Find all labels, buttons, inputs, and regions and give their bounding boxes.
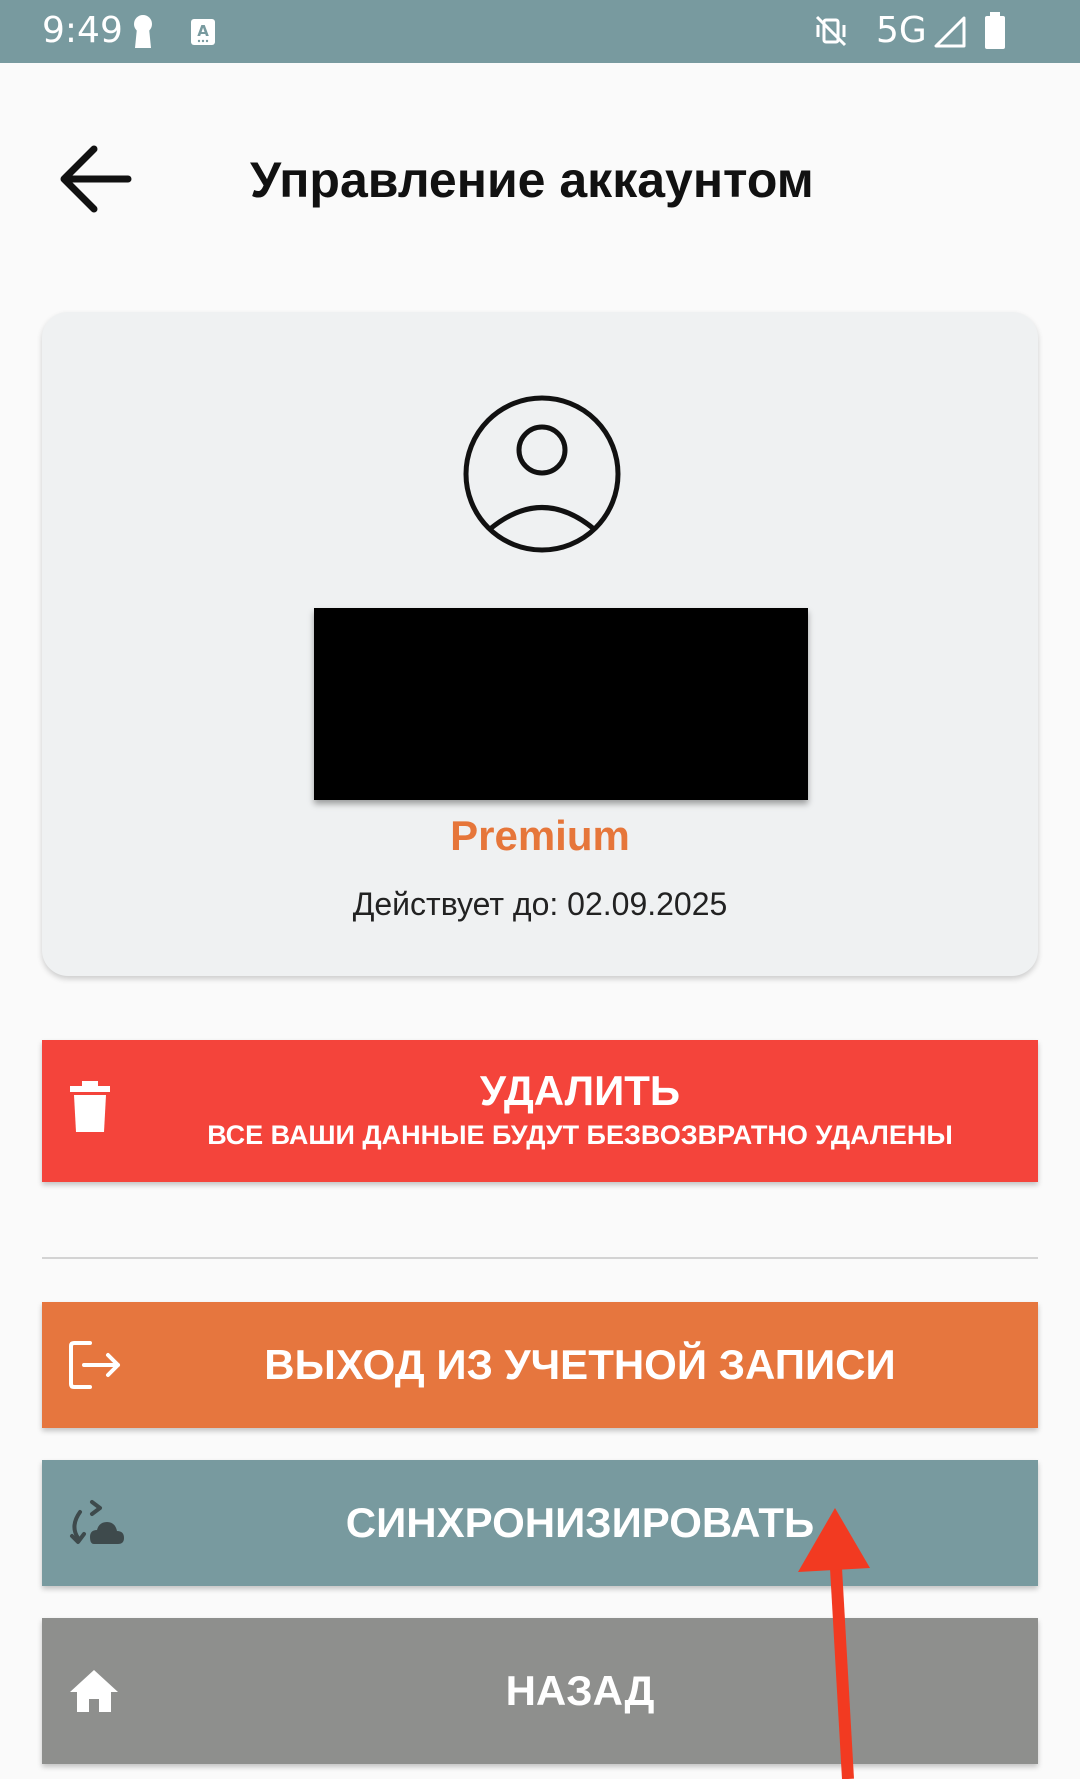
account-card: Premium Действует до: 02.09.2025: [42, 312, 1038, 976]
keyhole-icon: [134, 15, 152, 48]
delete-button-label: УДАЛИТЬ: [479, 1067, 681, 1114]
page-title: Управление аккаунтом: [250, 152, 814, 208]
trash-icon: [70, 1081, 110, 1132]
delete-account-button[interactable]: УДАЛИТЬ ВСЕ ВАШИ ДАННЫЕ БУДУТ БЕЗВОЗВРАТ…: [42, 1040, 1038, 1182]
status-bar: 9:49 A 5G: [0, 0, 1080, 63]
delete-button-warning: ВСЕ ВАШИ ДАННЫЕ БУДУТ БЕЗВОЗВРАТНО УДАЛЕ…: [207, 1120, 953, 1150]
back-button-label: НАЗАД: [505, 1667, 655, 1714]
battery-icon: [985, 12, 1005, 49]
logout-icon: [69, 1341, 120, 1389]
accessibility-a-icon: A: [191, 19, 215, 45]
svg-text:A: A: [197, 22, 209, 40]
user-circle-icon: [463, 395, 621, 553]
cloud-sync-icon: [70, 1500, 124, 1544]
logout-button[interactable]: ВЫХОД ИЗ УЧЕТНОЙ ЗАПИСИ: [42, 1302, 1038, 1428]
logout-button-label: ВЫХОД ИЗ УЧЕТНОЙ ЗАПИСИ: [264, 1341, 896, 1388]
divider: [42, 1257, 1038, 1259]
sync-button[interactable]: СИНХРОНИЗИРОВАТЬ: [42, 1460, 1038, 1586]
network-type: 5G: [876, 10, 927, 51]
valid-until-date: Действует до: 02.09.2025: [352, 886, 728, 922]
vibrate-off-icon: [815, 15, 847, 47]
back-home-button[interactable]: НАЗАД: [42, 1618, 1038, 1764]
signal-icon: [934, 16, 966, 48]
redacted-account-name: [314, 608, 808, 800]
home-icon: [70, 1670, 118, 1712]
status-time: 9:49: [42, 10, 123, 51]
sync-button-label: СИНХРОНИЗИРОВАТЬ: [345, 1499, 815, 1546]
plan-label: Premium: [450, 812, 630, 859]
back-arrow-icon[interactable]: [58, 142, 132, 216]
